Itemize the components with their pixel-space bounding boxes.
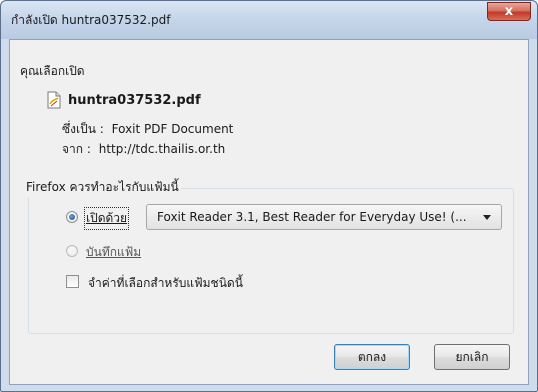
cancel-button-label: ยกเลิก	[455, 350, 489, 364]
ok-button[interactable]: ตกลง	[334, 344, 410, 370]
remember-choice-label[interactable]: จำค่าที่เลือกสำหรับแฟ้มชนิดนี้	[88, 274, 243, 293]
application-select[interactable]: Foxit Reader 3.1, Best Reader for Everyd…	[146, 204, 502, 230]
title-bar[interactable]: กำลังเปิด huntra037532.pdf x	[1, 1, 537, 39]
close-icon: x	[504, 4, 514, 19]
save-file-radio[interactable]	[66, 245, 78, 257]
file-type-line: ซึ่งเป็น : Foxit PDF Document	[62, 120, 233, 139]
close-button[interactable]: x	[487, 2, 531, 21]
file-source-line: จาก : http://tdc.thailis.or.th	[62, 140, 225, 159]
file-type-value: Foxit PDF Document	[111, 122, 234, 136]
save-file-label[interactable]: บันทึกแฟ้ม	[86, 243, 141, 262]
action-group-title: Firefox ควรทำอะไรกับแฟ้มนี้	[24, 178, 181, 197]
cancel-button[interactable]: ยกเลิก	[434, 344, 510, 370]
dialog-body: คุณเลือกเปิด huntra037532.pdf ซึ่งเป็น :…	[9, 39, 529, 385]
ok-button-label: ตกลง	[357, 350, 387, 364]
intro-text: คุณเลือกเปิด	[20, 64, 85, 78]
file-row: huntra037532.pdf	[46, 90, 201, 110]
file-type-label: ซึ่งเป็น :	[62, 122, 104, 136]
pdf-file-icon	[47, 91, 61, 109]
file-name: huntra037532.pdf	[68, 92, 201, 108]
window-title: กำลังเปิด huntra037532.pdf	[11, 13, 171, 27]
file-source-label: จาก :	[62, 142, 91, 156]
file-source-value: http://tdc.thailis.or.th	[98, 142, 226, 156]
application-select-value: Foxit Reader 3.1, Best Reader for Everyd…	[157, 210, 467, 224]
dialog-window: กำลังเปิด huntra037532.pdf x คุณเลือกเปิ…	[0, 0, 538, 392]
chevron-down-icon	[483, 215, 491, 220]
open-with-radio[interactable]	[66, 211, 78, 223]
remember-choice-checkbox[interactable]	[66, 275, 79, 288]
open-with-label[interactable]: เปิดด้วย	[83, 207, 130, 230]
